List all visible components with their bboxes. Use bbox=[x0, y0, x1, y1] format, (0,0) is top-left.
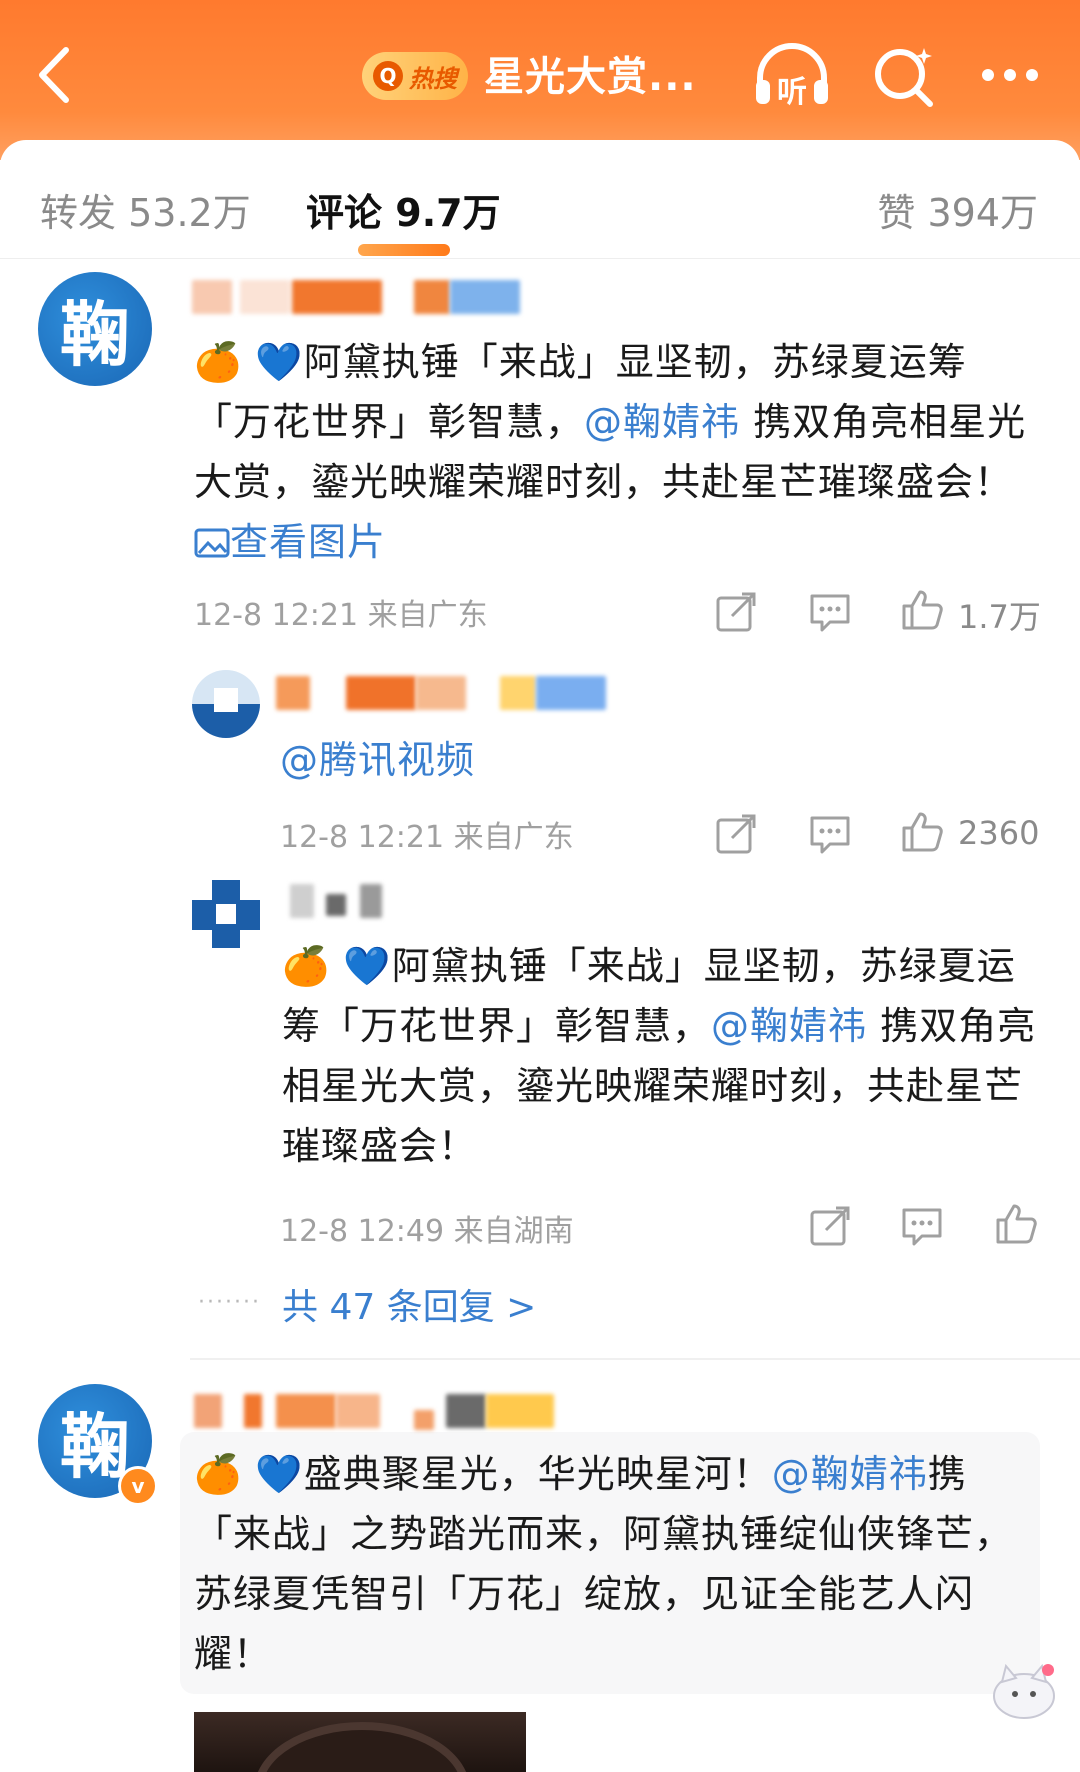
thumbs-up-icon[interactable] bbox=[900, 588, 944, 632]
blur-block bbox=[500, 676, 536, 710]
avatar-char: 鞠 bbox=[60, 292, 130, 376]
reply-text: 🍊 💙阿黛执锤「来战」显坚韧，苏绿夏运筹「万花世界」彰智慧，@鞠婧祎 携双角亮相… bbox=[282, 936, 1042, 1176]
orange-emoji-icon: 🍊 bbox=[194, 340, 243, 384]
share-icon[interactable] bbox=[714, 812, 758, 856]
blur-block bbox=[276, 676, 310, 710]
tab-comments-label: 评论 bbox=[306, 191, 383, 235]
blur-block bbox=[240, 280, 290, 314]
verified-badge-icon: v bbox=[118, 1466, 158, 1506]
headphones-listen-icon[interactable]: 听 bbox=[752, 40, 832, 110]
orange-emoji-icon: 🍊 bbox=[194, 1452, 243, 1496]
mention-link[interactable]: @鞠婧祎 bbox=[711, 1004, 867, 1048]
blur-block bbox=[486, 1394, 554, 1428]
blur-block bbox=[414, 1410, 434, 1430]
tab-comments-count: 9.7万 bbox=[395, 191, 501, 235]
reply-text: @腾讯视频 bbox=[280, 730, 475, 790]
tab-comments[interactable]: 评论 9.7万 bbox=[306, 182, 501, 237]
comment-meta: 12-8 12:21 来自广东 bbox=[194, 598, 488, 633]
blue-heart-emoji-icon: 💙 bbox=[255, 340, 304, 384]
like-count: 1.7万 bbox=[958, 598, 1041, 636]
hot-search-badge[interactable]: Q 热搜 bbox=[362, 52, 468, 100]
avatar[interactable]: 鞠 bbox=[38, 272, 152, 386]
comment-icon[interactable] bbox=[900, 1204, 944, 1248]
thumbs-up-icon[interactable] bbox=[994, 1202, 1038, 1246]
photo-subject bbox=[254, 1722, 470, 1772]
tab-repost-label: 转发 bbox=[40, 191, 117, 235]
avatar-pixel bbox=[214, 688, 238, 712]
back-arrow-icon[interactable] bbox=[30, 40, 80, 110]
image-icon bbox=[194, 528, 230, 558]
thumbs-up-icon[interactable] bbox=[900, 810, 944, 854]
blur-block bbox=[536, 676, 606, 710]
active-tab-indicator bbox=[358, 244, 450, 256]
share-icon[interactable] bbox=[714, 590, 758, 634]
blur-block bbox=[194, 1394, 222, 1428]
tab-repost[interactable]: 转发 53.2万 bbox=[40, 182, 251, 237]
tab-repost-count: 53.2万 bbox=[128, 191, 251, 235]
comment-icon[interactable] bbox=[808, 812, 852, 856]
reply-avatar[interactable] bbox=[192, 670, 260, 738]
blur-block bbox=[450, 280, 520, 314]
tab-likes-label: 赞 bbox=[877, 191, 916, 235]
topic-title[interactable]: 星光大赏... bbox=[484, 44, 697, 102]
comment-text: 🍊 💙阿黛执锤「来战」显坚韧，苏绿夏运筹「万花世界」彰智慧，@鞠婧祎 携双角亮相… bbox=[194, 332, 1044, 572]
comment-icon[interactable] bbox=[808, 590, 852, 634]
blur-block bbox=[290, 884, 314, 918]
blur-block bbox=[336, 1394, 380, 1428]
blur-block bbox=[414, 280, 450, 314]
search-icon[interactable] bbox=[866, 40, 946, 110]
reply-meta: 12-8 12:49 来自湖南 bbox=[280, 1214, 574, 1249]
comment-divider bbox=[190, 1358, 1080, 1360]
mention-link[interactable]: @腾讯视频 bbox=[280, 738, 475, 782]
verified-badge-label: v bbox=[131, 1474, 145, 1498]
blur-block bbox=[346, 676, 416, 710]
comment-text: 🍊 💙盛典聚星光，华光映星河！@鞠婧祎携「来战」之势踏光而来，阿黛执锤绽仙侠锋芒… bbox=[194, 1444, 1034, 1684]
reply-meta: 12-8 12:21 来自广东 bbox=[280, 820, 574, 855]
tab-likes-count: 394万 bbox=[927, 191, 1038, 235]
tab-bar: 转发 53.2万 评论 9.7万 赞 394万 bbox=[0, 140, 1080, 259]
blur-block bbox=[326, 894, 346, 916]
search-small-icon: Q bbox=[373, 61, 403, 91]
view-image-label: 查看图片 bbox=[230, 520, 387, 564]
blue-heart-emoji-icon: 💙 bbox=[343, 944, 392, 988]
comment-image[interactable] bbox=[194, 1712, 526, 1772]
blur-block bbox=[360, 884, 382, 918]
blur-block bbox=[446, 1394, 486, 1428]
share-icon[interactable] bbox=[808, 1204, 852, 1248]
blur-block bbox=[416, 676, 466, 710]
tab-likes[interactable]: 赞 394万 bbox=[877, 182, 1038, 237]
cat-sticker-icon[interactable] bbox=[984, 1652, 1064, 1722]
blur-block bbox=[192, 280, 232, 314]
reply-avatar[interactable] bbox=[192, 880, 260, 948]
comment-text-prefix: 盛典聚星光，华光映星河！ bbox=[303, 1452, 772, 1496]
blue-heart-emoji-icon: 💙 bbox=[255, 1452, 304, 1496]
avatar-pixel bbox=[216, 904, 236, 924]
like-count: 2360 bbox=[958, 814, 1040, 852]
blur-block bbox=[276, 1394, 336, 1428]
top-bar: Q 热搜 星光大赏... 听 bbox=[0, 0, 1080, 160]
blur-block bbox=[244, 1394, 262, 1428]
mention-link[interactable]: @鞠婧祎 bbox=[772, 1452, 928, 1496]
mention-link[interactable]: @鞠婧祎 bbox=[584, 400, 740, 444]
more-dots-icon[interactable] bbox=[976, 40, 1056, 110]
view-more-replies-link[interactable]: 共 47 条回复 > bbox=[282, 1278, 536, 1330]
view-image-link[interactable]: 查看图片 bbox=[194, 520, 386, 564]
reply-divider-dots: ······· bbox=[198, 1290, 261, 1315]
orange-emoji-icon: 🍊 bbox=[282, 944, 331, 988]
blur-block bbox=[292, 280, 382, 314]
hot-search-label: 热搜 bbox=[409, 64, 457, 93]
listen-label: 听 bbox=[777, 75, 807, 110]
